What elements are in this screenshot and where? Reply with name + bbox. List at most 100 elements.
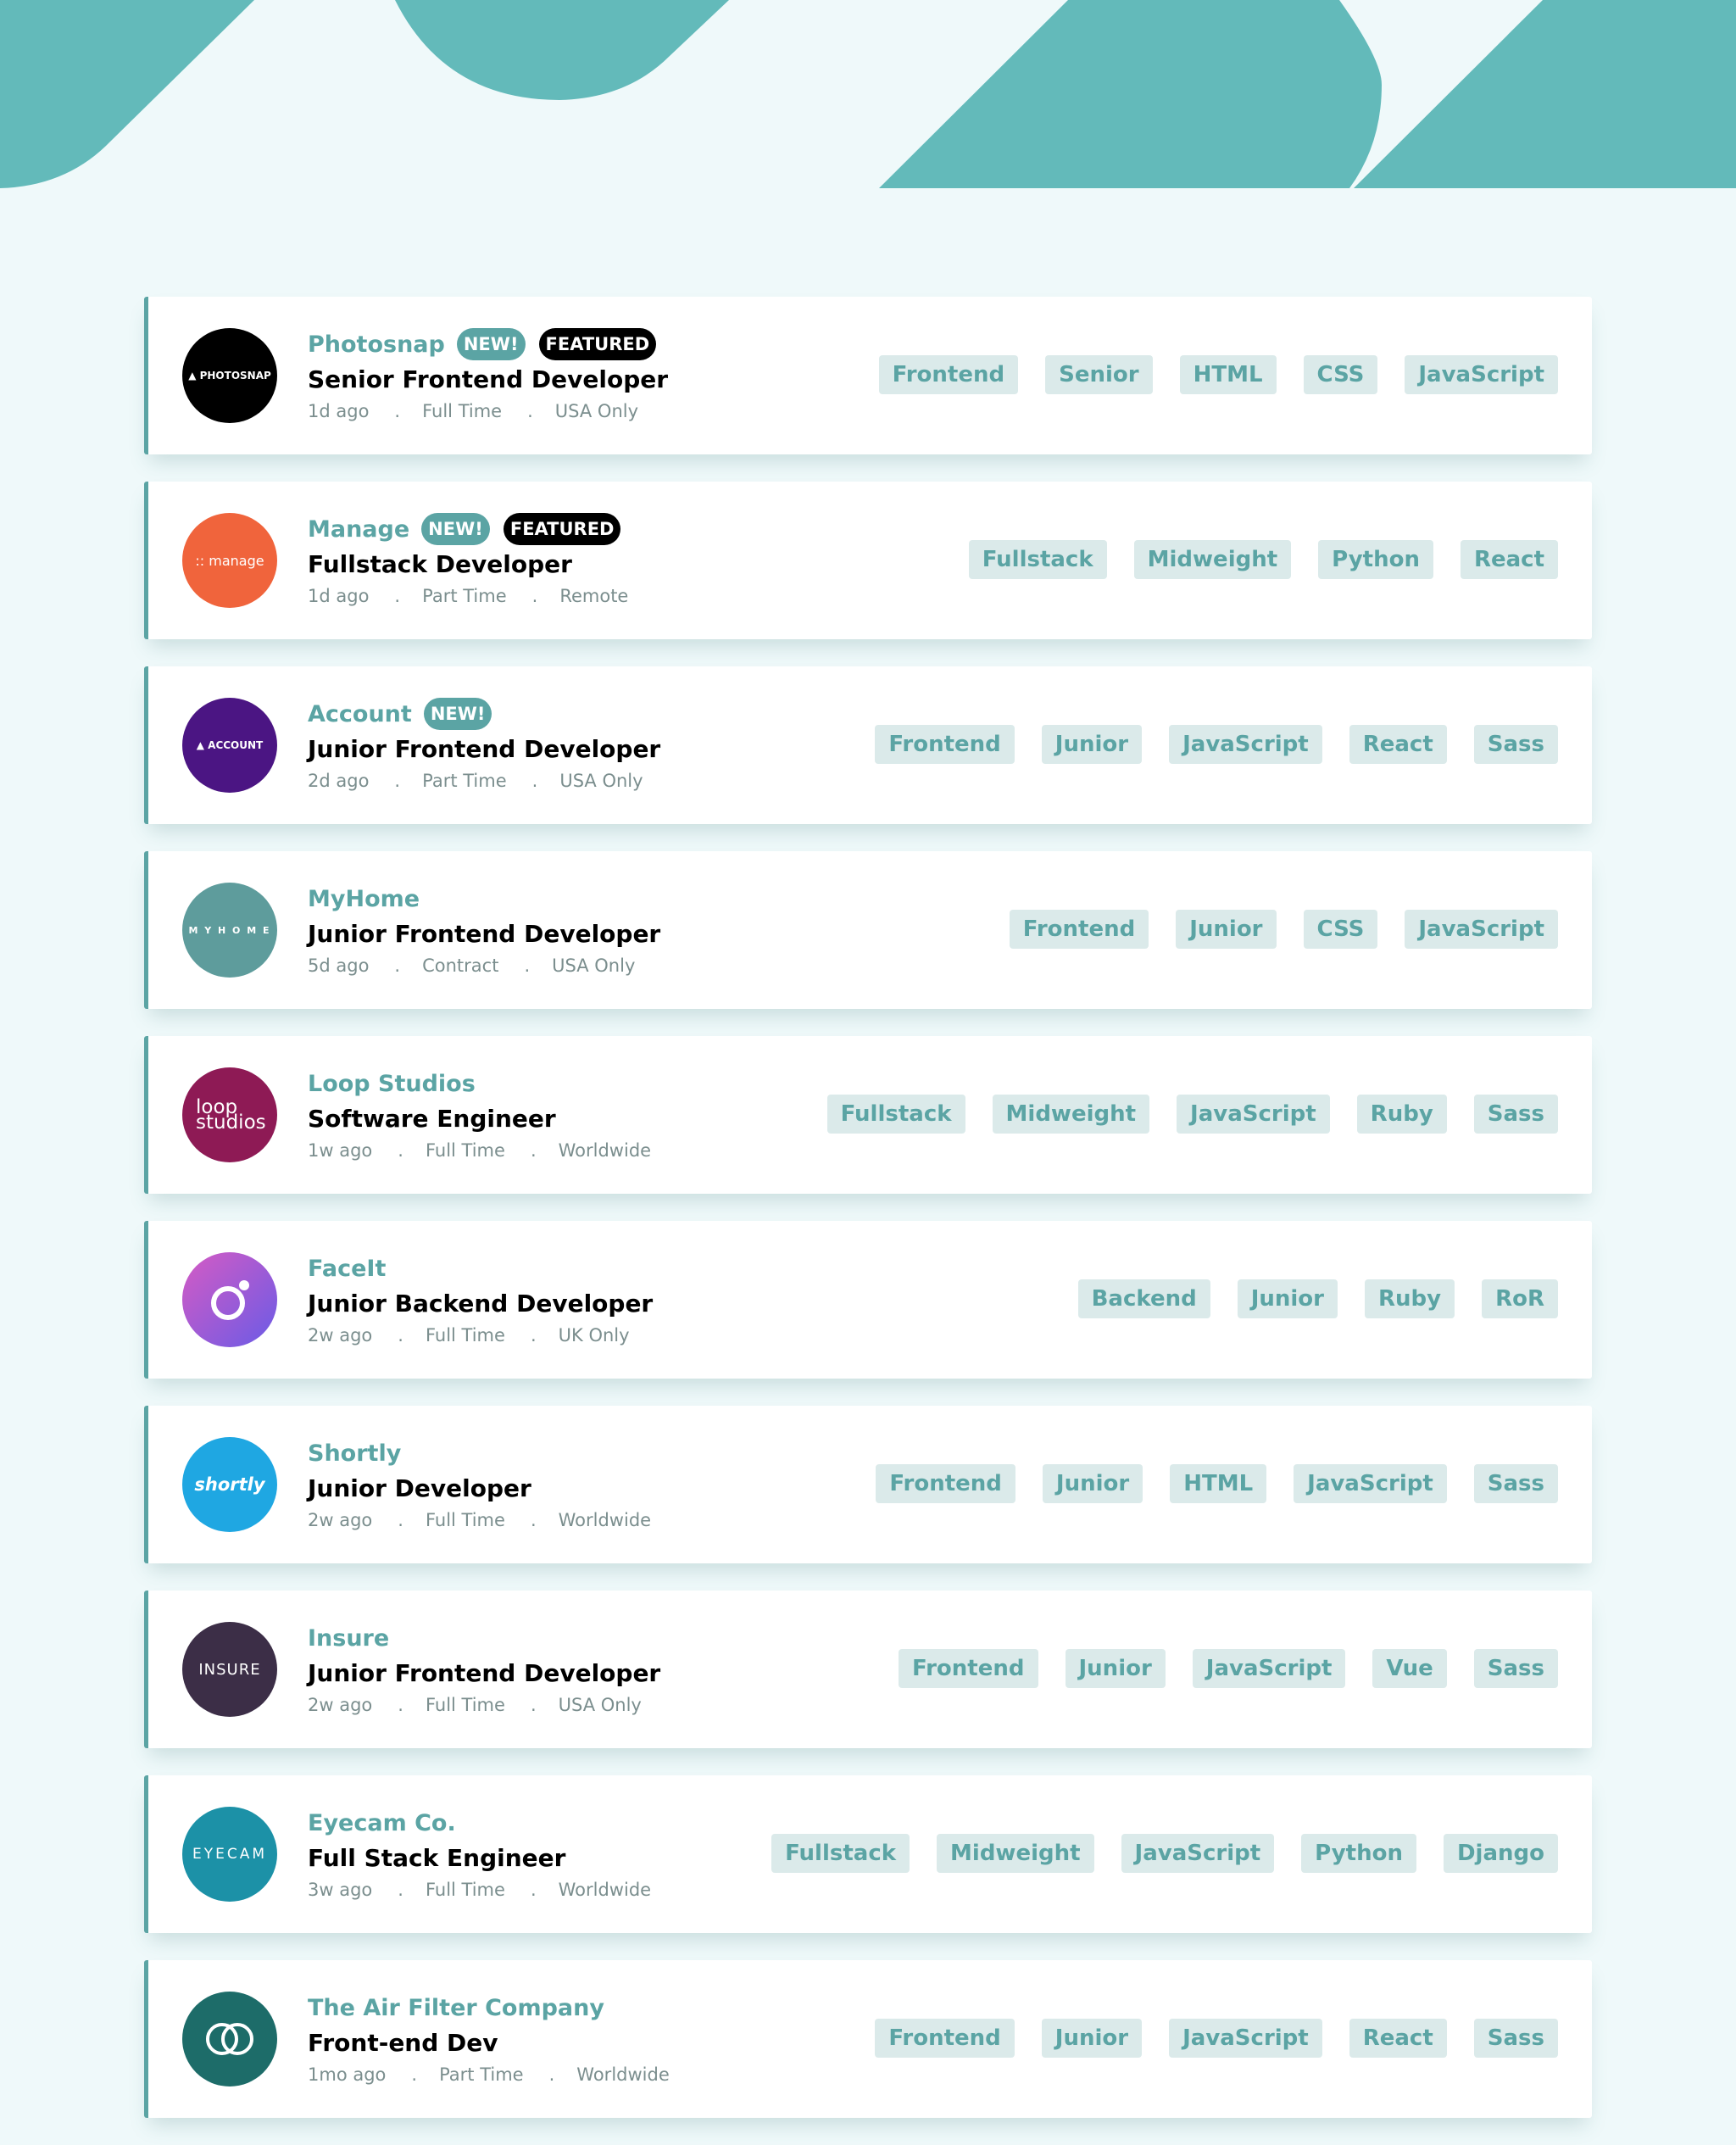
job-info: Photosnap NEW! FEATURED Senior Frontend Dev… xyxy=(308,327,901,426)
filter-tag[interactable]: React xyxy=(1460,540,1558,579)
meta-separator: . xyxy=(531,771,538,791)
job-location: UK Only xyxy=(558,1325,630,1346)
meta-separator: . xyxy=(398,1325,403,1346)
filter-tag[interactable]: Python xyxy=(1301,1834,1416,1873)
filter-tag[interactable]: JavaScript xyxy=(1192,1649,1346,1688)
filter-tag[interactable]: Frontend xyxy=(876,1464,1015,1503)
filter-tag[interactable]: JavaScript xyxy=(1405,910,1558,949)
filter-tag[interactable]: Django xyxy=(1443,1834,1558,1873)
job-meta: 3w ago. Full Time. Worldwide xyxy=(308,1875,901,1904)
filter-tag[interactable]: Fullstack xyxy=(771,1834,910,1873)
filter-tag[interactable]: Vue xyxy=(1372,1649,1447,1688)
company-logo-wordmark: shortly xyxy=(194,1474,265,1495)
meta-separator: . xyxy=(394,771,401,791)
filter-tag[interactable]: Midweight xyxy=(937,1834,1094,1873)
company-logo xyxy=(182,1992,277,2086)
company-name: Loop Studios xyxy=(308,1070,476,1097)
air-filter-logo-icon xyxy=(206,2023,253,2055)
job-title[interactable]: Junior Backend Developer xyxy=(308,1289,901,1319)
filter-tag[interactable]: Junior xyxy=(1042,1464,1143,1503)
filter-tag[interactable]: Frontend xyxy=(875,725,1015,764)
filter-tag[interactable]: Sass xyxy=(1473,1649,1558,1688)
company-row: Photosnap NEW! FEATURED xyxy=(308,327,901,361)
filter-tag[interactable]: JavaScript xyxy=(1177,1095,1330,1134)
filter-tag[interactable]: Fullstack xyxy=(826,1095,965,1134)
contract-type: Full Time xyxy=(425,1695,505,1715)
job-title[interactable]: Junior Developer xyxy=(308,1474,901,1504)
job-card[interactable]: FaceIt Junior Backend Developer 2w ago. Ful… xyxy=(144,1221,1592,1379)
job-card[interactable]: The Air Filter Company Front-end Dev 1mo a… xyxy=(144,1960,1592,2118)
filter-tags: Frontend Junior JavaScript React Sass xyxy=(875,725,1558,764)
posted-time: 1d ago xyxy=(308,586,370,606)
filter-tag[interactable]: Frontend xyxy=(878,355,1019,394)
filter-tag[interactable]: React xyxy=(1349,725,1447,764)
filter-tag[interactable]: Senior xyxy=(1045,355,1153,394)
job-title[interactable]: Junior Frontend Developer xyxy=(308,919,901,950)
new-badge: NEW! xyxy=(456,328,526,360)
job-info: Shortly Junior Developer 2w ago. Full Time.… xyxy=(308,1436,901,1535)
filter-tag[interactable]: Junior xyxy=(1041,725,1143,764)
job-card[interactable]: EYECAM Eyecam Co. Full Stack Engineer 3w ag… xyxy=(144,1775,1592,1933)
filter-tag[interactable]: RoR xyxy=(1482,1279,1558,1318)
filter-tag[interactable]: Frontend xyxy=(875,2019,1015,2058)
filter-tag[interactable]: Fullstack xyxy=(968,540,1107,579)
meta-separator: . xyxy=(530,1325,537,1346)
filter-tag[interactable]: Midweight xyxy=(992,1095,1150,1134)
filter-tag[interactable]: Sass xyxy=(1473,2019,1558,2058)
filter-tag[interactable]: Python xyxy=(1318,540,1433,579)
job-title[interactable]: Front-end Dev xyxy=(308,2028,901,2059)
company-logo xyxy=(182,1252,277,1347)
filter-tag[interactable]: JavaScript xyxy=(1294,1464,1447,1503)
job-card[interactable]: loop studios Loop Studios Software Enginee… xyxy=(144,1036,1592,1194)
job-title[interactable]: Senior Frontend Developer xyxy=(308,365,901,395)
company-name: Account xyxy=(308,700,412,727)
filter-tag[interactable]: JavaScript xyxy=(1405,355,1558,394)
filter-tag[interactable]: React xyxy=(1349,2019,1447,2058)
filter-tag[interactable]: Sass xyxy=(1473,1095,1558,1134)
filter-tag[interactable]: CSS xyxy=(1303,910,1378,949)
job-card[interactable]: INSURE Insure Junior Frontend Developer 2w … xyxy=(144,1591,1592,1748)
job-card[interactable]: shortly Shortly Junior Developer 2w ago. Ful… xyxy=(144,1406,1592,1563)
filter-tag[interactable]: CSS xyxy=(1303,355,1378,394)
meta-separator: . xyxy=(394,956,401,976)
filter-tag[interactable]: JavaScript xyxy=(1169,725,1322,764)
posted-time: 1d ago xyxy=(308,401,370,421)
job-meta: 2w ago. Full Time. USA Only xyxy=(308,1691,901,1719)
filter-tag[interactable]: Ruby xyxy=(1365,1279,1455,1318)
filter-tag[interactable]: HTML xyxy=(1179,355,1277,394)
company-name: FaceIt xyxy=(308,1255,387,1282)
job-title[interactable]: Junior Frontend Developer xyxy=(308,734,901,765)
filter-tag[interactable]: JavaScript xyxy=(1169,2019,1322,2058)
job-card[interactable]: ▲ ACCOUNT Account NEW! Junior Frontend Deve… xyxy=(144,666,1592,824)
job-card[interactable]: :: manage Manage NEW! FEATURED Fullstack Dev… xyxy=(144,482,1592,639)
contract-type: Part Time xyxy=(439,2064,524,2085)
job-title[interactable]: Software Engineer xyxy=(308,1104,901,1134)
company-logo: ▲ PHOTOSNAP xyxy=(182,328,277,423)
filter-tag[interactable]: Backend xyxy=(1077,1279,1210,1318)
job-title[interactable]: Junior Frontend Developer xyxy=(308,1658,901,1689)
filter-tag[interactable]: JavaScript xyxy=(1121,1834,1275,1873)
filter-tag[interactable]: Sass xyxy=(1473,725,1558,764)
company-logo-wordmark: loop studios xyxy=(196,1096,266,1134)
new-badge: NEW! xyxy=(423,698,492,730)
filter-tag[interactable]: Junior xyxy=(1176,910,1277,949)
filter-tag[interactable]: Midweight xyxy=(1133,540,1292,579)
filter-tag[interactable]: Frontend xyxy=(1009,910,1149,949)
company-name: Insure xyxy=(308,1624,390,1652)
filter-tag[interactable]: Junior xyxy=(1041,2019,1143,2058)
posted-time: 2w ago xyxy=(308,1510,373,1530)
job-title[interactable]: Fullstack Developer xyxy=(308,549,901,580)
featured-badge: FEATURED xyxy=(503,513,621,545)
filter-tag[interactable]: HTML xyxy=(1170,1464,1267,1503)
job-card[interactable]: M Y H O M E MyHome Junior Frontend Develop… xyxy=(144,851,1592,1009)
meta-separator: . xyxy=(530,1140,537,1161)
filter-tag[interactable]: Sass xyxy=(1473,1464,1558,1503)
filter-tag[interactable]: Frontend xyxy=(899,1649,1038,1688)
filter-tag[interactable]: Junior xyxy=(1065,1649,1166,1688)
company-logo: ▲ ACCOUNT xyxy=(182,698,277,793)
filter-tag[interactable]: Ruby xyxy=(1356,1095,1447,1134)
meta-separator: . xyxy=(530,1510,537,1530)
filter-tags: Frontend Senior HTML CSS JavaScript xyxy=(878,355,1558,394)
filter-tag[interactable]: Junior xyxy=(1237,1279,1338,1318)
job-card[interactable]: ▲ PHOTOSNAP Photosnap NEW! FEATURED Senior F… xyxy=(144,297,1592,454)
